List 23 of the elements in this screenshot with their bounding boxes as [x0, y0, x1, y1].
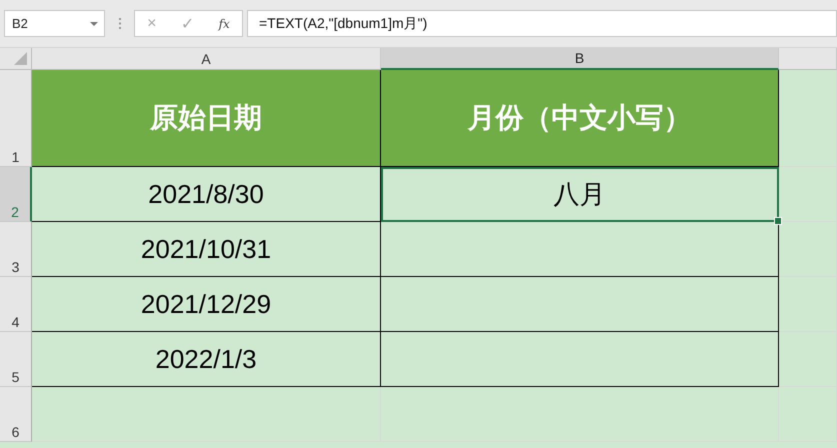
row-header[interactable]: 5 — [0, 332, 32, 387]
table-cell[interactable] — [381, 332, 779, 387]
row-header[interactable]: 4 — [0, 277, 32, 332]
insert-function-button[interactable]: fx — [218, 16, 230, 30]
table-cell[interactable] — [381, 222, 779, 277]
formula-field[interactable]: =TEXT(A2,"[dbnum1]m月") — [247, 10, 837, 37]
name-box[interactable]: B2 — [4, 10, 105, 37]
dropdown-caret-icon[interactable] — [90, 22, 98, 26]
table-cell[interactable] — [381, 277, 779, 332]
select-all-button[interactable] — [0, 48, 32, 70]
fill-handle-icon[interactable] — [774, 217, 782, 225]
row-header[interactable]: 2 — [0, 167, 32, 222]
table-cell[interactable]: 2021/12/29 — [32, 277, 381, 332]
table-cell[interactable]: 八月 — [381, 167, 779, 222]
table-cell[interactable]: 2021/10/31 — [32, 222, 381, 277]
column-header[interactable]: B — [381, 48, 779, 70]
row-header[interactable]: 6 — [0, 387, 32, 442]
row-header[interactable]: 1 — [0, 70, 32, 167]
row-header[interactable]: 3 — [0, 222, 32, 277]
column-header[interactable] — [779, 48, 837, 70]
column-header[interactable]: A — [32, 48, 381, 70]
table-cell[interactable]: 2021/8/30 — [32, 167, 381, 222]
table-cell[interactable]: 2022/1/3 — [32, 332, 381, 387]
